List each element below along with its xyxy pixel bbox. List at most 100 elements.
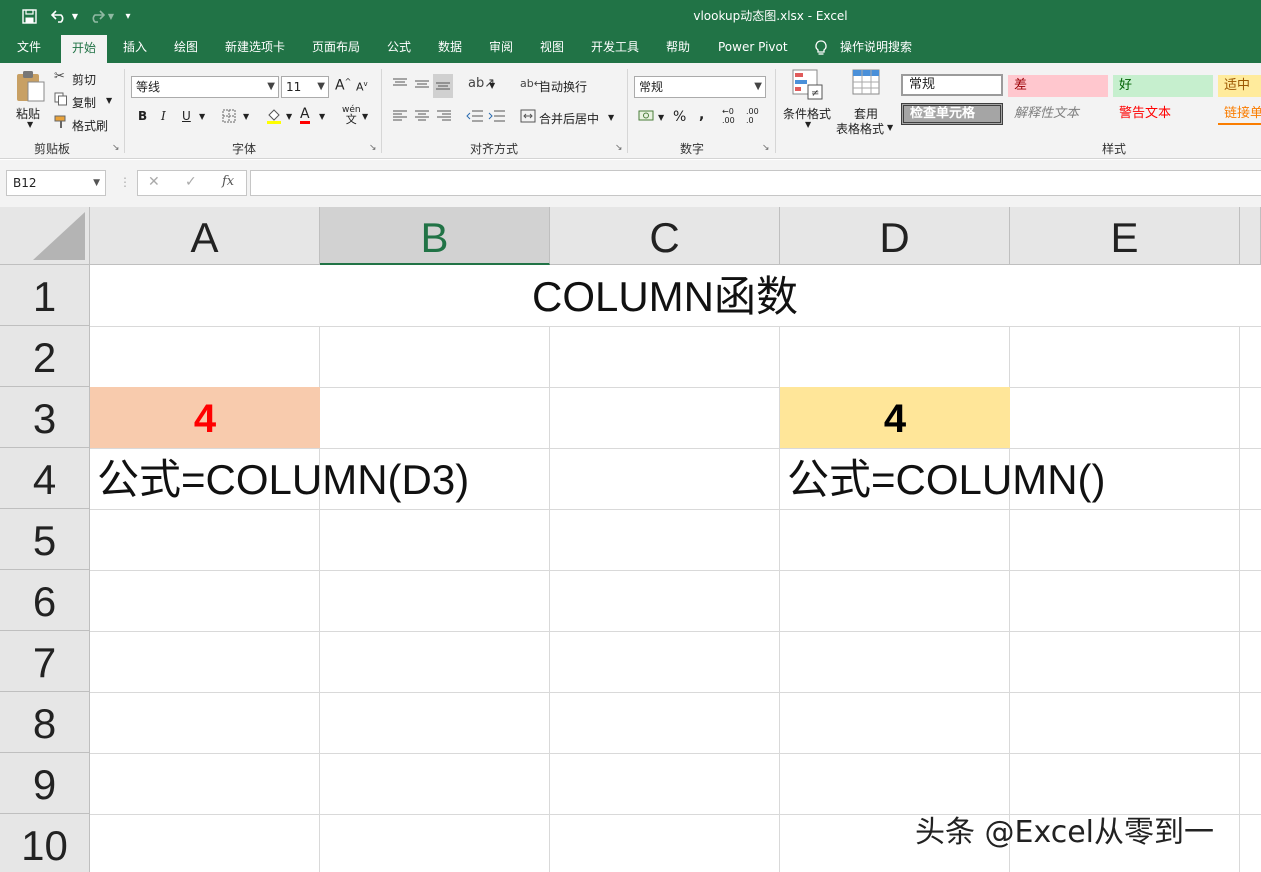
style-good[interactable]: 好 xyxy=(1113,75,1213,97)
column-header-a[interactable]: A xyxy=(90,207,320,265)
style-normal[interactable]: 常规 xyxy=(901,74,1003,96)
row-header-8[interactable]: 8 xyxy=(0,692,90,753)
orientation-dropdown-icon[interactable]: ▼ xyxy=(489,81,495,90)
font-size-select[interactable]: 11 ▼ xyxy=(281,76,329,98)
underline-button[interactable]: U xyxy=(182,109,191,123)
row-header-9[interactable]: 9 xyxy=(0,753,90,814)
row-header-1[interactable]: 1 xyxy=(0,265,90,326)
dialog-launcher-icon[interactable]: ↘ xyxy=(112,143,120,153)
fill-color-dropdown-icon[interactable]: ▼ xyxy=(286,112,292,121)
tab-developer[interactable]: 开发工具 xyxy=(591,32,639,63)
align-center-icon[interactable] xyxy=(414,109,430,127)
phonetic-dropdown-icon[interactable]: ▼ xyxy=(362,112,368,121)
decrease-indent-icon[interactable] xyxy=(466,109,484,127)
tab-file[interactable]: 文件 xyxy=(17,32,41,63)
decrease-decimal-button[interactable]: .00.0 xyxy=(746,107,759,125)
insert-function-icon[interactable]: fx xyxy=(222,174,234,189)
italic-button[interactable]: I xyxy=(161,109,166,123)
copy-button[interactable]: 复制 xyxy=(72,94,96,111)
style-neutral[interactable]: 适中 xyxy=(1218,75,1261,97)
border-icon[interactable] xyxy=(222,109,236,127)
tab-page-layout[interactable]: 页面布局 xyxy=(312,32,360,63)
tab-insert[interactable]: 插入 xyxy=(123,32,147,63)
tab-formulas[interactable]: 公式 xyxy=(387,32,411,63)
fill-color-icon[interactable] xyxy=(266,107,282,129)
tab-view[interactable]: 视图 xyxy=(540,32,564,63)
shrink-font-button[interactable]: Av xyxy=(356,80,368,94)
grow-font-button[interactable]: A^ xyxy=(335,77,351,94)
tab-help[interactable]: 帮助 xyxy=(666,32,690,63)
row-header-3[interactable]: 3 xyxy=(0,387,90,448)
percent-style-button[interactable]: % xyxy=(673,109,686,125)
increase-decimal-button[interactable]: ←0.00 xyxy=(722,107,735,125)
style-bad[interactable]: 差 xyxy=(1008,75,1108,97)
row-header-6[interactable]: 6 xyxy=(0,570,90,631)
formula-input[interactable] xyxy=(250,170,1261,196)
column-header-d[interactable]: D xyxy=(780,207,1010,265)
align-right-icon[interactable] xyxy=(436,109,452,127)
align-middle-icon[interactable] xyxy=(414,77,430,95)
tab-new-tab[interactable]: 新建选项卡 xyxy=(225,32,285,63)
merge-center-button[interactable]: 合并后居中 xyxy=(539,110,599,127)
column-header-f-partial[interactable] xyxy=(1240,207,1261,265)
paste-icon[interactable] xyxy=(14,69,46,107)
tab-home[interactable]: 开始 xyxy=(61,35,108,63)
align-top-icon[interactable] xyxy=(392,77,408,95)
cell-a1-e1-merged[interactable]: COLUMN函数 xyxy=(90,265,1240,326)
dialog-launcher-icon[interactable]: ↘ xyxy=(762,143,770,153)
copy-dropdown-icon[interactable]: ▼ xyxy=(106,96,112,105)
cut-button[interactable]: 剪切 xyxy=(72,71,96,88)
format-painter-button[interactable]: 格式刷 xyxy=(72,117,108,134)
border-dropdown-icon[interactable]: ▼ xyxy=(243,112,249,121)
cell-a3[interactable]: 4 xyxy=(90,387,320,448)
row-header-2[interactable]: 2 xyxy=(0,326,90,387)
column-header-c[interactable]: C xyxy=(550,207,780,265)
phonetic-guide-button[interactable]: wén 文 xyxy=(342,105,361,125)
style-linked-cell[interactable]: 链接单 xyxy=(1218,103,1261,125)
font-color-button[interactable]: A xyxy=(300,107,310,124)
tab-review[interactable]: 审阅 xyxy=(489,32,513,63)
column-header-b[interactable]: B xyxy=(320,207,550,265)
conditional-formatting-icon[interactable]: ≠ xyxy=(792,69,824,105)
increase-indent-icon[interactable] xyxy=(488,109,506,127)
enter-icon[interactable]: ✓ xyxy=(185,174,197,190)
dialog-launcher-icon[interactable]: ↘ xyxy=(615,143,623,153)
align-bottom-icon[interactable] xyxy=(433,74,453,98)
number-format-select[interactable]: 常规 ▼ xyxy=(634,76,766,98)
select-all-button[interactable] xyxy=(0,207,90,265)
conditional-formatting-dropdown-icon[interactable]: ▼ xyxy=(805,120,811,129)
column-header-e[interactable]: E xyxy=(1010,207,1240,265)
paste-dropdown-icon[interactable]: ▼ xyxy=(27,120,33,129)
format-as-table-icon[interactable] xyxy=(852,69,884,103)
underline-dropdown-icon[interactable]: ▼ xyxy=(199,112,205,121)
row-header-7[interactable]: 7 xyxy=(0,631,90,692)
tab-draw[interactable]: 绘图 xyxy=(174,32,198,63)
tab-power-pivot[interactable]: Power Pivot xyxy=(718,32,788,63)
style-check-cell[interactable]: 检查单元格 xyxy=(901,103,1003,125)
chevron-down-icon[interactable]: ▼ xyxy=(93,171,100,195)
font-color-dropdown-icon[interactable]: ▼ xyxy=(319,112,325,121)
cancel-icon[interactable]: ✕ xyxy=(148,174,160,190)
merge-dropdown-icon[interactable]: ▼ xyxy=(608,113,614,122)
accounting-format-icon[interactable] xyxy=(638,108,656,128)
font-name-select[interactable]: 等线 ▼ xyxy=(131,76,279,98)
comma-style-button[interactable]: , xyxy=(699,107,704,123)
cell-d3[interactable]: 4 xyxy=(780,387,1010,448)
dialog-launcher-icon[interactable]: ↘ xyxy=(369,143,377,153)
bold-button[interactable]: B xyxy=(138,109,147,123)
row-header-4[interactable]: 4 xyxy=(0,448,90,509)
row-header-10[interactable]: 10 xyxy=(0,814,90,872)
cell-d4[interactable]: 公式=COLUMN() xyxy=(787,448,1106,509)
cell-a4[interactable]: 公式=COLUMN(D3) xyxy=(97,448,469,509)
row-header-5[interactable]: 5 xyxy=(0,509,90,570)
format-as-table-dropdown-icon[interactable]: ▼ xyxy=(887,123,893,132)
name-box[interactable]: B12 ▼ xyxy=(6,170,106,196)
tab-data[interactable]: 数据 xyxy=(438,32,462,63)
accounting-dropdown-icon[interactable]: ▼ xyxy=(658,113,664,122)
tell-me-search[interactable]: 操作说明搜索 xyxy=(840,32,912,63)
format-as-table-line2[interactable]: 表格格式 xyxy=(836,120,884,137)
align-left-icon[interactable] xyxy=(392,109,408,127)
wrap-text-button[interactable]: 自动换行 xyxy=(539,78,587,95)
style-warning[interactable]: 警告文本 xyxy=(1113,103,1213,125)
style-explanatory[interactable]: 解释性文本 xyxy=(1008,103,1108,125)
